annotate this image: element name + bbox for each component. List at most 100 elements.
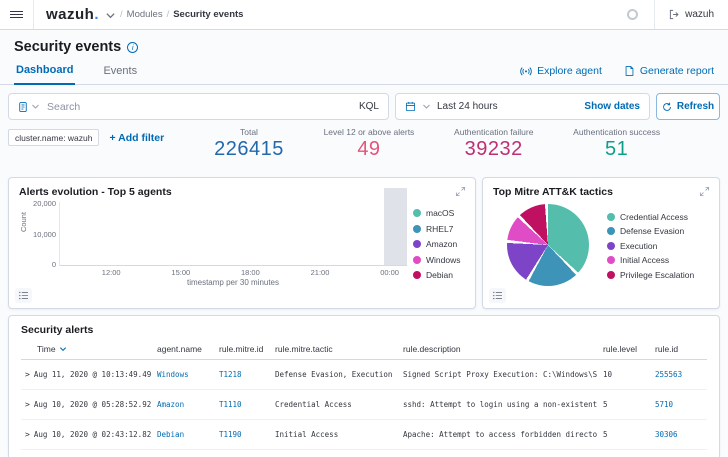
add-filter-button[interactable]: + Add filter	[109, 132, 164, 144]
legend-item[interactable]: Privilege Escalation	[607, 270, 694, 280]
legend-label: Windows	[426, 254, 461, 265]
cell-description: Signed Script Proxy Execution: C:\Window…	[403, 370, 597, 379]
breadcrumb-separator: /	[166, 9, 170, 20]
legend-item[interactable]: Credential Access	[607, 212, 694, 222]
expand-row-button[interactable]: >	[21, 370, 30, 379]
antenna-icon	[520, 65, 532, 77]
refresh-icon	[662, 102, 672, 112]
top-bar: wazuh. / Modules / Security events wazuh	[0, 0, 728, 30]
saved-query-menu-button[interactable]	[18, 101, 40, 113]
hamburger-menu-button[interactable]	[0, 0, 34, 29]
search-input[interactable]	[47, 100, 352, 113]
generate-report-button[interactable]: Generate report	[624, 65, 714, 77]
legend-item[interactable]: Defense Evasion	[607, 226, 694, 236]
cell-mitre-id[interactable]: T1190	[219, 430, 242, 439]
legend-color-dot	[607, 241, 615, 250]
table-row: > Aug 10, 2020 @ 02:43:12.825 Debian T1190 I…	[21, 420, 707, 450]
tabs-bar: Dashboard Events Explore agent Generate …	[0, 59, 728, 85]
legend-color-dot	[413, 224, 421, 233]
stat-level12-alerts: Level 12 or above alerts 49	[323, 127, 415, 160]
expand-row-button[interactable]: >	[21, 400, 30, 409]
show-dates-button[interactable]: Show dates	[584, 101, 640, 112]
logout-icon	[669, 9, 680, 20]
legend-color-dot	[607, 212, 615, 221]
x-tick-label: 00:00	[380, 268, 399, 277]
tab-dashboard[interactable]: Dashboard	[14, 64, 76, 85]
cell-agent-name[interactable]: Windows	[157, 370, 189, 379]
y-axis-label: Count	[19, 211, 28, 232]
chevron-down-icon[interactable]	[105, 10, 116, 21]
expand-row-button[interactable]: >	[21, 430, 30, 439]
chevron-down-icon	[31, 102, 40, 111]
cell-rule-id[interactable]: 5710	[655, 400, 673, 409]
legend-item[interactable]: Initial Access	[607, 255, 694, 265]
legend-item[interactable]: Windows	[413, 255, 465, 265]
security-alerts-panel: Security alerts Time agent.name rule.mitre…	[8, 315, 720, 457]
cell-agent-name[interactable]: Amazon	[157, 400, 184, 409]
x-axis-label: timestamp per 30 minutes	[186, 278, 280, 287]
cell-level: 10	[603, 370, 613, 379]
legend-item[interactable]: RHEL7	[413, 224, 465, 234]
cell-mitre-id[interactable]: T1218	[219, 370, 242, 379]
x-axis-ticks: 12:00 15:00 18:00 21:00 00:00	[59, 266, 407, 277]
legend-color-dot	[607, 256, 615, 265]
column-header-rule-level: rule.level	[603, 344, 638, 354]
y-axis: Count 20,000 10,000 0	[19, 199, 56, 269]
cell-agent-name[interactable]: Debian	[157, 430, 184, 439]
column-header-time[interactable]: Time	[21, 344, 151, 354]
legend-color-dot	[413, 240, 421, 248]
cell-mitre-tactic: Credential Access	[275, 400, 352, 409]
tab-events[interactable]: Events	[101, 65, 139, 84]
legend-label: Debian	[426, 270, 453, 280]
user-menu[interactable]: wazuh	[655, 9, 728, 20]
legend-label: macOS	[426, 208, 455, 218]
inspect-data-button[interactable]	[489, 288, 506, 303]
filter-pill[interactable]: cluster.name: wazuh	[8, 129, 100, 146]
refresh-button[interactable]: Refresh	[656, 93, 720, 120]
bar-chart-legend: macOS RHEL7 Amazon Windows Debian	[407, 202, 465, 290]
explore-agent-button[interactable]: Explore agent	[520, 65, 602, 77]
legend-color-dot	[413, 209, 421, 217]
user-name: wazuh	[685, 9, 714, 20]
breadcrumb-modules[interactable]: Modules	[127, 9, 163, 20]
x-tick-label: 12:00	[101, 268, 121, 277]
column-header-agent-name: agent.name	[157, 344, 202, 354]
wazuh-logo[interactable]: wazuh.	[46, 6, 99, 23]
hamburger-icon	[10, 9, 23, 20]
legend-item[interactable]: macOS	[413, 208, 465, 218]
x-tick-label: 18:00	[241, 268, 260, 277]
legend-color-dot	[413, 255, 421, 264]
cell-rule-id[interactable]: 255563	[655, 370, 682, 379]
x-tick-label: 21:00	[310, 268, 330, 277]
expand-icon[interactable]	[699, 186, 710, 197]
inspect-data-button[interactable]	[15, 288, 32, 303]
stat-auth-success: Authentication success 51	[573, 127, 661, 160]
cell-time: Aug 11, 2020 @ 10:13:49.493	[33, 370, 151, 379]
cell-description: sshd: Attempt to login using a non-exist…	[403, 400, 597, 409]
legend-item[interactable]: Debian	[413, 270, 465, 280]
info-icon[interactable]: i	[127, 41, 139, 53]
cell-mitre-tactic: Initial Access	[275, 430, 339, 439]
time-range-value[interactable]: Last 24 hours	[437, 101, 498, 112]
chevron-down-icon[interactable]	[422, 102, 431, 111]
cell-rule-id[interactable]: 30306	[655, 430, 678, 439]
table-row: > Aug 11, 2020 @ 10:13:49.493 Windows T1218…	[21, 360, 707, 390]
legend-color-dot	[413, 271, 421, 279]
health-status-icon[interactable]	[627, 9, 639, 20]
legend-color-dot	[607, 227, 615, 236]
cell-mitre-id[interactable]: T1110	[219, 400, 242, 409]
legend-item[interactable]: Amazon	[413, 239, 465, 249]
breadcrumb: / Modules / Security events	[120, 9, 243, 20]
expand-icon[interactable]	[455, 186, 466, 197]
stat-auth-failure: Authentication failure 39232	[454, 127, 534, 160]
kql-button[interactable]: KQL	[359, 101, 379, 112]
bar-chart	[59, 188, 407, 266]
legend-label: Execution	[620, 240, 658, 251]
page-title: Security events	[14, 39, 122, 55]
breadcrumb-current: Security events	[173, 9, 244, 20]
calendar-icon[interactable]	[405, 101, 416, 112]
cell-description: Apache: Attempt to access forbidden dire…	[403, 430, 597, 439]
stats-row: Total 226415 Level 12 or above alerts 49…	[164, 127, 720, 161]
legend-item[interactable]: Execution	[607, 241, 694, 251]
saved-query-icon	[18, 101, 29, 113]
